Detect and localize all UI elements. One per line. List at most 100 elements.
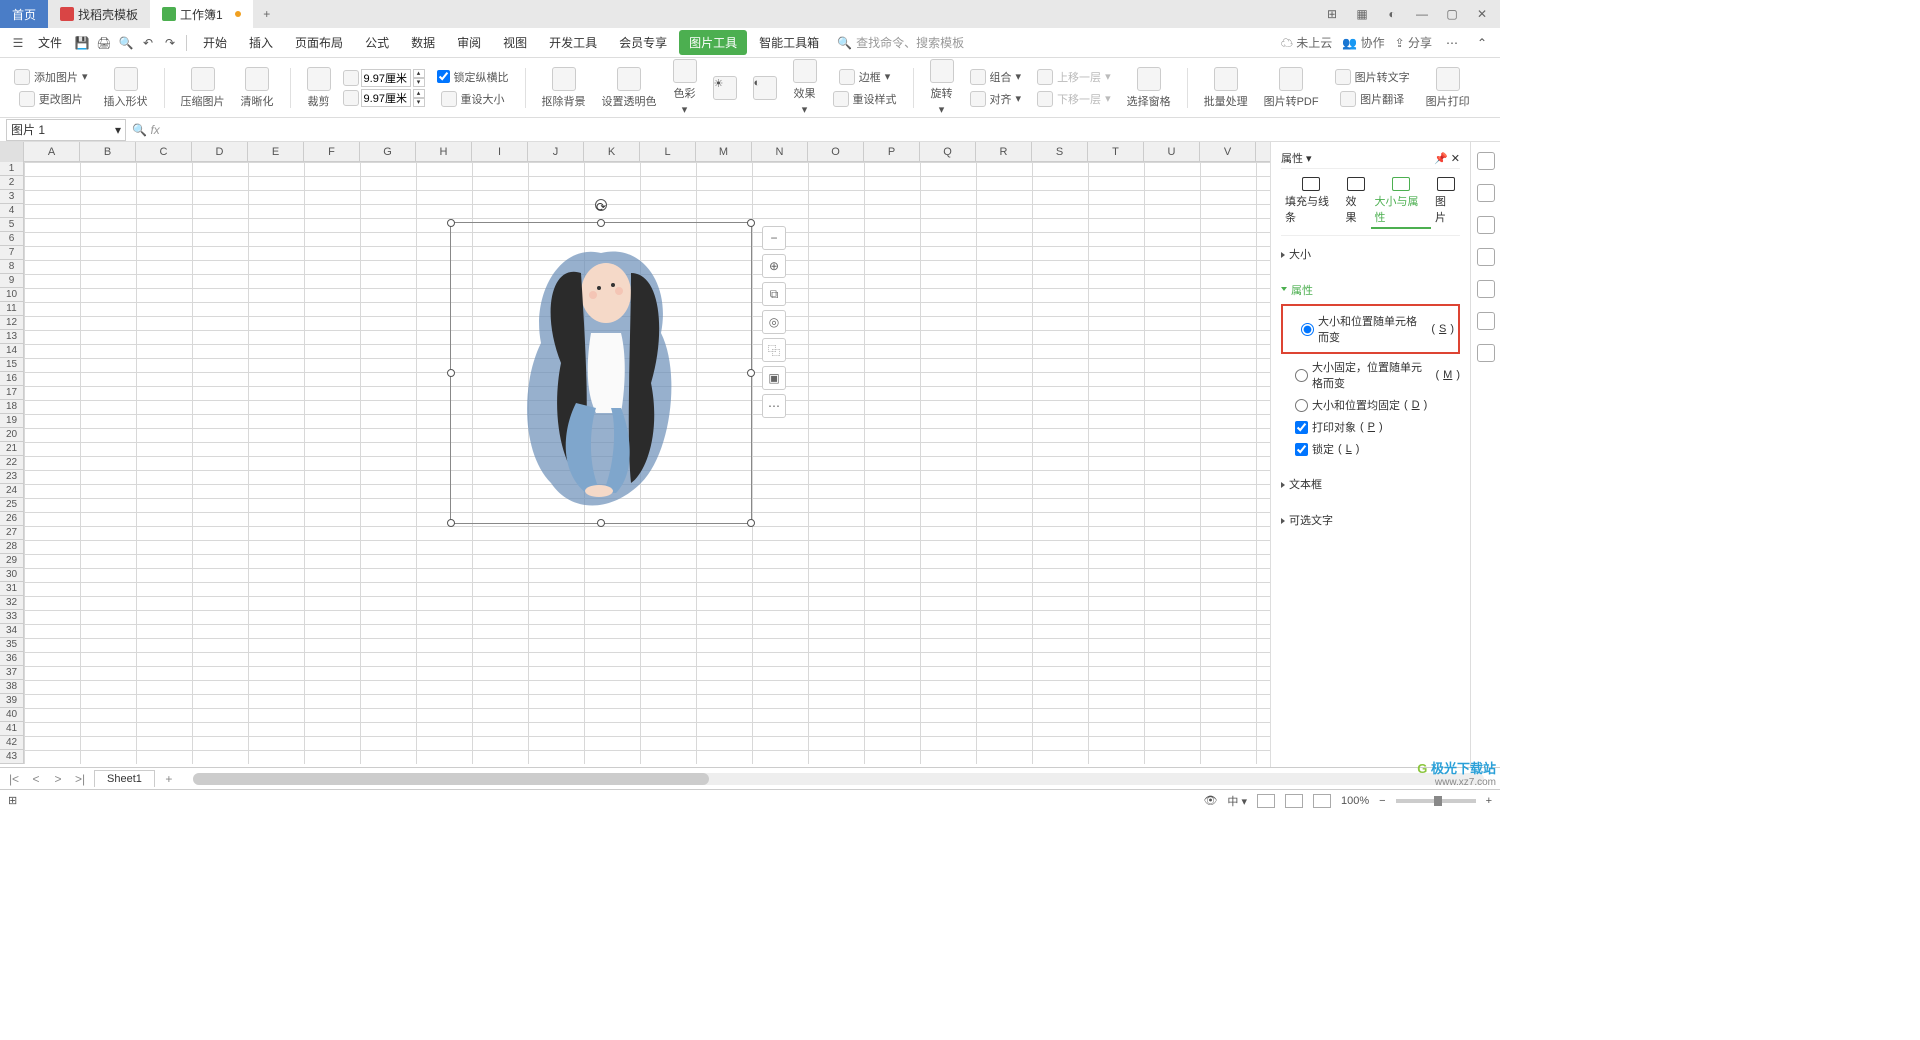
minimize-button[interactable]: — — [1412, 4, 1432, 24]
opt-size-pos-cell[interactable]: 大小和位置随单元格而变(S) — [1287, 310, 1454, 348]
side-book-icon[interactable] — [1477, 344, 1495, 362]
row-header-17[interactable]: 17 — [0, 386, 23, 400]
fx-icon[interactable]: 🔍 fx — [126, 123, 166, 137]
rotate-handle[interactable]: ⟳ — [595, 199, 607, 211]
lock-ratio-checkbox[interactable] — [437, 70, 450, 83]
tab-workbook[interactable]: 工作簿1 — [150, 0, 253, 28]
handle-s[interactable] — [597, 519, 605, 527]
view-normal-icon[interactable] — [1257, 794, 1275, 808]
zoom-in-button[interactable]: + — [1486, 795, 1492, 807]
select-all-corner[interactable] — [0, 142, 24, 162]
layout-icon[interactable]: ⊞ — [1322, 4, 1342, 24]
menu-start[interactable]: 开始 — [193, 30, 237, 55]
add-image-button[interactable]: 添加图片 ▾ — [10, 67, 92, 87]
zoom-slider[interactable] — [1396, 799, 1476, 803]
col-header-Q[interactable]: Q — [920, 142, 976, 161]
section-textbox[interactable]: 文本框 — [1281, 466, 1460, 502]
status-icon[interactable]: ⊞ — [8, 794, 17, 807]
menu-data[interactable]: 数据 — [401, 30, 445, 55]
translate-button[interactable]: 图片翻译 — [1331, 89, 1414, 109]
undo-icon[interactable]: ↶ — [138, 33, 158, 53]
clarity-button[interactable]: 清晰化 — [237, 67, 278, 109]
contrast-button[interactable]: ◐ — [749, 76, 781, 100]
side-cursor-icon[interactable] — [1477, 184, 1495, 202]
more-icon[interactable]: ⋯ — [1442, 33, 1462, 53]
menu-insert[interactable]: 插入 — [239, 30, 283, 55]
sheet-nav-first[interactable]: |< — [6, 772, 22, 786]
col-header-S[interactable]: S — [1032, 142, 1088, 161]
col-header-J[interactable]: J — [528, 142, 584, 161]
color-button[interactable]: 色彩 ▾ — [669, 59, 701, 116]
to-pdf-button[interactable]: 图片转PDF — [1260, 67, 1323, 109]
opt-size-fixed[interactable]: 大小固定，位置随单元格而变(M) — [1281, 356, 1460, 394]
reset-style-button[interactable]: 重设样式 — [829, 89, 901, 109]
row-header-41[interactable]: 41 — [0, 722, 23, 736]
hscroll-thumb[interactable] — [193, 773, 709, 785]
handle-n[interactable] — [597, 219, 605, 227]
menu-review[interactable]: 审阅 — [447, 30, 491, 55]
sheet-tab-1[interactable]: Sheet1 — [94, 770, 155, 787]
save-icon[interactable]: 💾 — [72, 33, 92, 53]
col-header-R[interactable]: R — [976, 142, 1032, 161]
section-alt-text[interactable]: 可选文字 — [1281, 502, 1460, 538]
selected-image[interactable]: ⟳ — [450, 222, 752, 524]
select-pane-button[interactable]: 选择窗格 — [1123, 67, 1175, 109]
preview-icon[interactable]: 🔍 — [116, 33, 136, 53]
close-panel-icon[interactable]: ✕ — [1451, 153, 1460, 165]
ptab-size[interactable]: 大小与属性 — [1371, 175, 1432, 229]
handle-e[interactable] — [747, 369, 755, 377]
col-header-C[interactable]: C — [136, 142, 192, 161]
row-header-14[interactable]: 14 — [0, 344, 23, 358]
col-header-F[interactable]: F — [304, 142, 360, 161]
row-header-42[interactable]: 42 — [0, 736, 23, 750]
row-header-37[interactable]: 37 — [0, 666, 23, 680]
row-header-5[interactable]: 5 — [0, 218, 23, 232]
row-header-16[interactable]: 16 — [0, 372, 23, 386]
align-button[interactable]: 对齐 ▾ — [966, 89, 1026, 109]
side-settings-icon[interactable] — [1477, 216, 1495, 234]
col-header-K[interactable]: K — [584, 142, 640, 161]
reset-size-button[interactable]: 重设大小 — [433, 89, 513, 109]
col-header-G[interactable]: G — [360, 142, 416, 161]
menu-vip[interactable]: 会员专享 — [609, 30, 677, 55]
print-icon[interactable]: 🖨 — [94, 33, 114, 53]
row-header-10[interactable]: 10 — [0, 288, 23, 302]
row-header-13[interactable]: 13 — [0, 330, 23, 344]
maximize-button[interactable]: ▢ — [1442, 4, 1462, 24]
ptab-fill[interactable]: 填充与线条 — [1281, 175, 1342, 229]
cells-grid[interactable]: ⟳ — [24, 162, 1270, 764]
collapse-icon[interactable]: ⌃ — [1472, 33, 1492, 53]
eye-icon[interactable]: 👁 — [1203, 794, 1217, 807]
horizontal-scrollbar[interactable] — [193, 773, 1484, 785]
row-header-24[interactable]: 24 — [0, 484, 23, 498]
col-header-A[interactable]: A — [24, 142, 80, 161]
row-header-7[interactable]: 7 — [0, 246, 23, 260]
float-crop[interactable]: ⧉ — [762, 282, 786, 306]
row-header-22[interactable]: 22 — [0, 456, 23, 470]
crop-button[interactable]: 裁剪 — [303, 67, 335, 109]
row-header-25[interactable]: 25 — [0, 498, 23, 512]
check-print[interactable]: 打印对象(P) — [1281, 416, 1460, 438]
view-break-icon[interactable] — [1313, 794, 1331, 808]
tab-home[interactable]: 首页 — [0, 0, 48, 28]
menu-image-tools[interactable]: 图片工具 — [679, 30, 747, 55]
row-header-18[interactable]: 18 — [0, 400, 23, 414]
print-image-button[interactable]: 图片打印 — [1422, 67, 1474, 109]
col-header-H[interactable]: H — [416, 142, 472, 161]
add-sheet-button[interactable]: + — [161, 772, 177, 786]
coop-button[interactable]: 👥 协作 — [1342, 34, 1384, 51]
pin-icon[interactable]: 📌 — [1434, 153, 1448, 165]
float-bulb[interactable]: ◎ — [762, 310, 786, 334]
row-header-29[interactable]: 29 — [0, 554, 23, 568]
chevron-down-icon[interactable]: ▾ — [115, 123, 121, 137]
menu-dev[interactable]: 开发工具 — [539, 30, 607, 55]
down-layer-button[interactable]: 下移一层 ▾ — [1033, 89, 1115, 109]
lock-ratio-check[interactable]: 锁定纵横比 — [433, 67, 513, 87]
row-header-15[interactable]: 15 — [0, 358, 23, 372]
menu-smart[interactable]: 智能工具箱 — [749, 30, 829, 55]
width-input[interactable]: ▴▾ — [343, 69, 425, 87]
col-header-I[interactable]: I — [472, 142, 528, 161]
row-header-23[interactable]: 23 — [0, 470, 23, 484]
width-up[interactable]: ▴ — [413, 69, 425, 78]
row-header-43[interactable]: 43 — [0, 750, 23, 764]
